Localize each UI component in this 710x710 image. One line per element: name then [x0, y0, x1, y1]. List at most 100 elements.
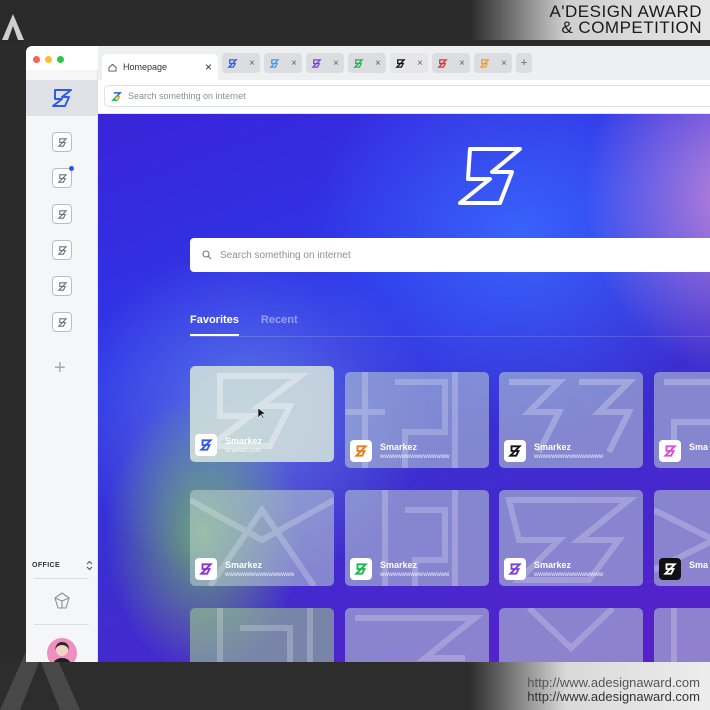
card-pattern — [217, 608, 313, 662]
close-tab-icon[interactable]: × — [291, 58, 297, 69]
window-controls — [33, 56, 64, 63]
add-space-button[interactable]: + — [54, 358, 66, 378]
card-pattern — [526, 608, 616, 653]
sidebar-divider — [34, 578, 89, 579]
sidebar-item-6[interactable] — [52, 312, 72, 332]
close-window-button[interactable] — [33, 56, 40, 63]
tab-black[interactable]: × — [390, 53, 428, 73]
close-tab-icon[interactable]: × — [375, 58, 381, 69]
favorite-card[interactable]: Smarkez wwwwwwwwwwwwwwww — [190, 490, 334, 586]
close-tab-icon[interactable]: × — [417, 58, 423, 69]
close-tab-icon[interactable]: × — [205, 60, 212, 74]
card-title: Smarkez — [380, 442, 418, 452]
favorite-card[interactable] — [499, 608, 643, 662]
card-title: Smarkez — [225, 436, 263, 446]
close-tab-icon[interactable]: × — [459, 58, 465, 69]
tab-homepage[interactable]: Homepage × — [102, 54, 218, 80]
new-tab-button[interactable]: + — [516, 53, 532, 73]
orange-z-logo-icon — [479, 58, 490, 68]
address-input[interactable]: Search something on internet — [104, 85, 710, 107]
site-icon — [659, 558, 681, 580]
award-title: A'DESIGN AWARD & COMPETITION — [549, 3, 702, 36]
home-icon — [108, 63, 117, 72]
sidebar-item-1[interactable] — [52, 132, 72, 152]
z-logo-icon — [57, 317, 67, 327]
favorite-card[interactable]: Sma — [654, 490, 710, 586]
favorite-card[interactable] — [654, 608, 710, 662]
close-tab-icon[interactable]: × — [333, 58, 339, 69]
url-watermark: http://www.adesignaward.com http://www.a… — [527, 676, 700, 704]
sidebar-item-5[interactable] — [52, 276, 72, 296]
tab-green[interactable]: × — [348, 53, 386, 73]
purple-z-logo-icon — [508, 563, 522, 575]
address-bar: Search something on internet — [98, 80, 710, 114]
notification-dot — [69, 166, 74, 171]
colorful-z-logo-icon — [111, 91, 122, 101]
blue-z-logo-icon — [227, 58, 238, 68]
green-z-logo-icon — [353, 58, 364, 68]
search-icon — [202, 250, 212, 260]
browser-window: + OFFICE Homepage × × × × × × × × + Sear… — [26, 46, 710, 662]
favorite-card[interactable]: Smarkez wwwwwwwwwwwwwwww — [499, 490, 643, 586]
sidebar-item-3[interactable] — [52, 204, 72, 224]
close-tab-icon[interactable]: × — [501, 58, 507, 69]
workspace-switcher[interactable]: OFFICE — [32, 560, 93, 571]
tab-red[interactable]: × — [432, 53, 470, 73]
black-z-logo-icon — [508, 445, 522, 457]
card-pattern — [355, 615, 484, 661]
tab-recent[interactable]: Recent — [261, 314, 298, 336]
green-z-logo-icon — [354, 563, 368, 575]
red-z-logo-icon — [437, 58, 448, 68]
purple-z-logo-icon — [311, 58, 322, 68]
homepage-content: Search something on internet Favorites R… — [98, 114, 710, 662]
black-z-logo-icon — [395, 58, 406, 68]
sidebar-item-2[interactable] — [52, 166, 74, 188]
white-z-logo-icon — [663, 563, 677, 575]
card-url: wwwwwwwwwwwwwwww — [534, 572, 604, 578]
site-icon — [350, 440, 372, 462]
search-placeholder: Search something on internet — [220, 249, 351, 261]
search-input[interactable]: Search something on internet — [190, 238, 710, 272]
card-title: Smarkez — [534, 560, 572, 570]
favorite-card[interactable] — [345, 608, 489, 662]
lightblue-z-logo-icon — [269, 58, 280, 68]
sidebar: + OFFICE — [26, 70, 98, 662]
minimize-window-button[interactable] — [45, 56, 52, 63]
card-url: wwwwwwwwwwwwwwww — [380, 572, 450, 578]
card-url: wwwwwwwwwwwwwwww — [225, 572, 295, 578]
orange-z-logo-icon — [354, 445, 368, 457]
sidebar-item-home[interactable] — [26, 80, 98, 116]
address-placeholder: Search something on internet — [128, 91, 246, 101]
tab-purple[interactable]: × — [306, 53, 344, 73]
card-url: wwwwwwwwwwwwwwww — [380, 454, 450, 460]
tab-lightblue[interactable]: × — [264, 53, 302, 73]
card-url: smarkez.com — [225, 448, 261, 454]
sidebar-item-4[interactable] — [52, 240, 72, 260]
tab-blue[interactable]: × — [222, 53, 260, 73]
tab-favorites[interactable]: Favorites — [190, 314, 239, 336]
site-icon — [504, 558, 526, 580]
card-title: Sma — [689, 442, 709, 452]
favorite-card[interactable] — [190, 608, 334, 662]
favorite-card[interactable]: Sma — [654, 372, 710, 468]
gem-icon[interactable] — [53, 592, 71, 610]
card-title: Smarkez — [225, 560, 263, 570]
favorite-card[interactable]: Smarkez wwwwwwwwwwwwwwww — [345, 490, 489, 586]
award-banner: A'DESIGN AWARD & COMPETITION — [0, 0, 710, 42]
favorite-card[interactable]: Smarkez smarkez.com — [190, 366, 334, 462]
card-title: Smarkez — [380, 560, 418, 570]
favorite-card[interactable]: Smarkez wwwwwwwwwwwwwwww — [345, 372, 489, 468]
card-url: wwwwwwwwwwwwwwww — [534, 454, 604, 460]
card-pattern — [671, 608, 677, 662]
tab-orange[interactable]: × — [474, 53, 512, 73]
site-icon — [504, 440, 526, 462]
sidebar-divider — [34, 624, 89, 625]
pink-z-logo-icon — [663, 445, 677, 457]
favorite-card[interactable]: Smarkez wwwwwwwwwwwwwwww — [499, 372, 643, 468]
user-photo-icon — [53, 642, 71, 662]
close-tab-icon[interactable]: × — [249, 58, 255, 69]
site-icon — [195, 558, 217, 580]
avatar[interactable] — [47, 638, 77, 662]
mouse-cursor-icon — [258, 408, 266, 420]
maximize-window-button[interactable] — [57, 56, 64, 63]
